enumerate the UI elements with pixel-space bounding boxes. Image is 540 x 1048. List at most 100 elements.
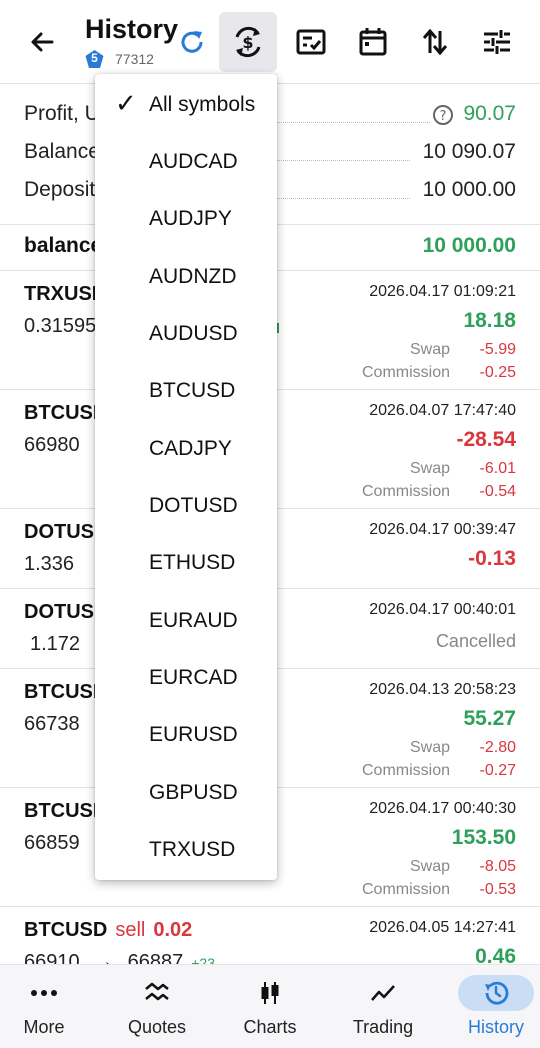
trade-date: 2026.04.17 00:40:30 (369, 800, 516, 817)
symbol-filter-button[interactable]: $ (219, 12, 277, 72)
menu-item-label: AUDCAD (149, 150, 238, 173)
trade-symbol: DOTUSI (24, 601, 100, 623)
commission-value: -0.53 (479, 881, 516, 898)
trade-symbol: BTCUSD (24, 919, 108, 941)
settings-sliders-icon[interactable] (476, 21, 518, 63)
menu-item-label: AUDJPY (149, 207, 232, 230)
menu-item-eurcad[interactable]: EURCAD (95, 649, 277, 706)
trade-profit: 18.18 (463, 309, 516, 332)
profit-value: 90.07 (463, 102, 516, 125)
swap-value: -2.80 (479, 739, 516, 756)
bottom-navigation: More Quotes Charts Trading History (0, 964, 540, 1048)
trade-date: 2026.04.17 01:09:21 (369, 283, 516, 300)
commission-label: Commission (361, 483, 450, 500)
menu-item-audnzd[interactable]: AUDNZD (95, 248, 277, 305)
trade-symbol: BTCUSI (24, 402, 99, 424)
menu-item-btcusd[interactable]: BTCUSD (95, 362, 277, 419)
trade-date: 2026.04.07 17:47:40 (369, 402, 516, 419)
nav-item-history[interactable]: History (442, 965, 540, 1048)
trade-profit: -0.13 (468, 547, 516, 570)
menu-item-label: EURAUD (149, 609, 238, 632)
menu-item-label: AUDNZD (149, 265, 237, 288)
swap-value: -6.01 (479, 460, 516, 477)
trade-price: 66859 (24, 832, 80, 854)
profit-label: Profit, U (24, 102, 100, 125)
nav-label: History (467, 1017, 524, 1037)
symbol-dropdown-menu: ✓ All symbols AUDCAD AUDJPY AUDNZD AUDUS… (95, 74, 277, 880)
trade-profit: -28.54 (456, 428, 516, 451)
more-dots-icon (24, 977, 64, 1009)
account-badge-number: 5 (91, 51, 98, 65)
svg-text:?: ? (440, 109, 447, 124)
trade-symbol: DOTUSI (24, 521, 100, 543)
history-icon (476, 977, 516, 1009)
commission-value: -0.25 (479, 364, 516, 381)
nav-label: Quotes (127, 1017, 187, 1037)
trade-price: 66980 (24, 434, 80, 456)
menu-item-audcad[interactable]: AUDCAD (95, 133, 277, 190)
trade-price: 1.336 (24, 553, 75, 575)
trade-side: sell (115, 919, 146, 941)
trade-date: 2026.04.13 20:58:23 (369, 681, 516, 698)
trade-symbol-line: BTCUSD sell 0.02 (24, 919, 192, 942)
svg-text:$: $ (242, 33, 253, 52)
swap-label: Swap (409, 341, 450, 358)
page-title: History (85, 14, 179, 44)
commission-label: Commission (361, 762, 450, 779)
menu-item-label: All symbols (149, 93, 256, 116)
menu-item-label: EURCAD (149, 666, 238, 689)
help-icon[interactable]: ? (432, 104, 454, 126)
swap-label: Swap (409, 460, 450, 477)
deposit-value: 10 000.00 (422, 178, 516, 201)
menu-item-label: EURUSD (149, 723, 238, 746)
menu-item-gbpusd[interactable]: GBPUSD (95, 764, 277, 821)
balance-value: 10 090.07 (422, 140, 516, 163)
report-checklist-icon[interactable] (290, 21, 332, 63)
menu-item-cadjpy[interactable]: CADJPY (95, 420, 277, 477)
trade-price: 66738 (24, 713, 80, 735)
menu-item-euraud[interactable]: EURAUD (95, 592, 277, 649)
menu-item-audjpy[interactable]: AUDJPY (95, 190, 277, 247)
trade-symbol: BTCUSI (24, 681, 99, 703)
menu-item-dotusd[interactable]: DOTUSD (95, 477, 277, 534)
nav-item-trading[interactable]: Trading (329, 965, 437, 1048)
nav-label: More (23, 1017, 65, 1037)
menu-item-label: DOTUSD (149, 494, 238, 517)
check-icon: ✓ (115, 88, 137, 118)
menu-item-trxusd[interactable]: TRXUSD (95, 821, 277, 878)
nav-item-charts[interactable]: Charts (216, 965, 324, 1048)
candlestick-chart-icon (250, 977, 290, 1009)
menu-item-label: CADJPY (149, 437, 232, 460)
nav-label: Trading (352, 1017, 414, 1037)
trade-symbol: BTCUSI (24, 800, 99, 822)
trade-volume: 0.02 (153, 919, 193, 941)
menu-item-audusd[interactable]: AUDUSD (95, 305, 277, 362)
menu-item-label: GBPUSD (149, 781, 238, 804)
swap-value: -5.99 (479, 341, 516, 358)
nav-item-quotes[interactable]: Quotes (103, 965, 211, 1048)
sort-icon[interactable] (414, 21, 456, 63)
trade-profit: 55.27 (463, 707, 516, 730)
menu-item-ethusd[interactable]: ETHUSD (95, 534, 277, 591)
menu-item-label: BTCUSD (149, 379, 236, 402)
calendar-icon[interactable] (352, 21, 394, 63)
top-app-bar: History 5 77312 $ (0, 0, 540, 84)
balance-label: Balance (24, 140, 100, 163)
trade-profit: 153.50 (451, 826, 516, 849)
quotes-icon (137, 977, 177, 1009)
commission-value: -0.27 (479, 762, 516, 779)
menu-item-all-symbols[interactable]: ✓ All symbols (95, 76, 277, 133)
trade-date: 2026.04.17 00:39:47 (369, 521, 516, 538)
commission-value: -0.54 (479, 483, 516, 500)
swap-value: -8.05 (479, 858, 516, 875)
swap-label: Swap (409, 739, 450, 756)
trade-price: 0.31595 (24, 315, 97, 337)
balance-operation-label: balance (24, 234, 103, 257)
nav-item-more[interactable]: More (0, 965, 98, 1048)
account-number: 77312 (115, 51, 154, 67)
menu-item-eurusd[interactable]: EURUSD (95, 706, 277, 763)
trading-line-icon (363, 977, 403, 1009)
currency-exchange-icon: $ (235, 26, 261, 58)
refresh-icon[interactable] (176, 26, 208, 58)
back-arrow-icon[interactable] (26, 26, 58, 58)
